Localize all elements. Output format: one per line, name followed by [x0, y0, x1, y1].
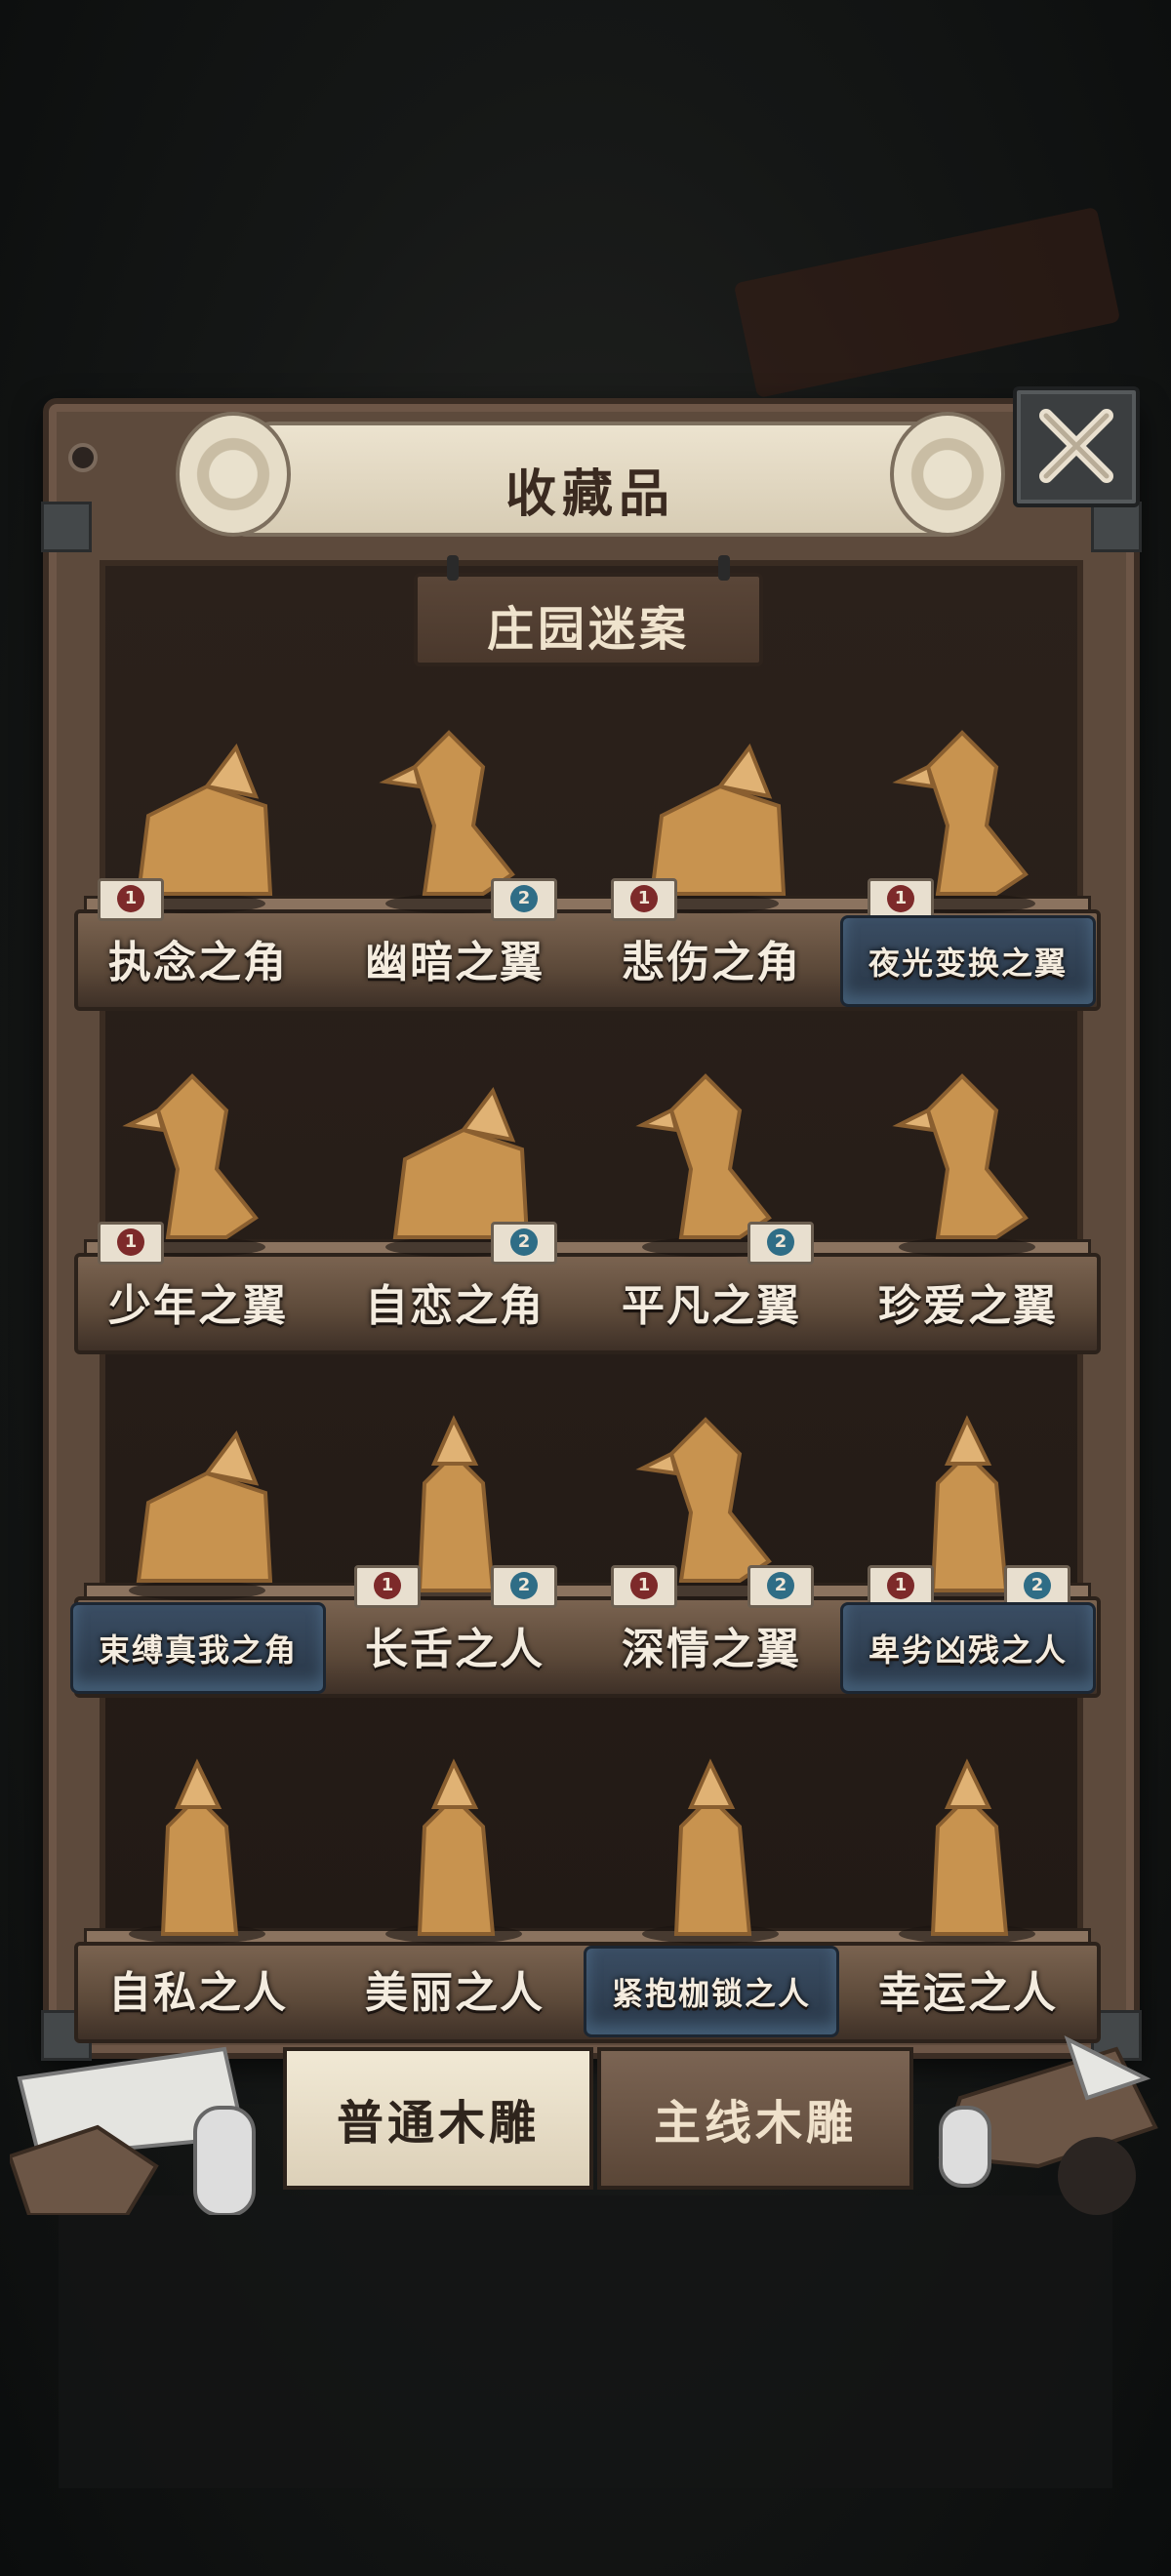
item-name: 少年之翼 — [108, 1281, 288, 1331]
name-plate: 自私之人 — [70, 1946, 326, 2032]
item-name: 幸运之人 — [878, 1968, 1058, 2018]
item-name: 长舌之人 — [365, 1625, 545, 1674]
badge-number: 2 — [510, 1228, 538, 1256]
badge-number: 1 — [630, 1572, 658, 1599]
nail-icon — [68, 443, 98, 472]
item-name: 夜光变换之翼 — [868, 945, 1068, 982]
badge-number: 1 — [117, 885, 144, 912]
name-plate: 幸运之人 — [840, 1946, 1096, 2032]
collectible-item[interactable]: 1 少年之翼 — [70, 1032, 326, 1364]
item-name: 深情之翼 — [622, 1625, 801, 1674]
name-plate: 夜光变换之翼 — [840, 915, 1096, 1007]
rubble-decoration — [7, 2020, 273, 2217]
name-plate: 悲伤之角 — [584, 915, 839, 1001]
collectible-item[interactable]: 幸运之人 — [840, 1719, 1096, 2051]
close-x-icon — [1039, 409, 1113, 483]
category-label: 庄园迷案 — [486, 602, 690, 657]
collectible-item[interactable]: 自私之人 — [70, 1719, 326, 2051]
badge-number: 2 — [510, 1572, 538, 1599]
item-name: 平凡之翼 — [622, 1281, 801, 1331]
tab-normal-carvings[interactable]: 普通木雕 — [283, 2047, 593, 2190]
name-plate: 深情之翼 — [584, 1602, 839, 1688]
name-plate: 卑劣凶残之人 — [840, 1602, 1096, 1694]
metal-corner — [41, 502, 92, 552]
badge-number: 2 — [1024, 1572, 1051, 1599]
collectible-item[interactable]: 紧抱枷锁之人 — [584, 1719, 839, 2051]
sign-hook — [447, 555, 459, 581]
collectible-item[interactable]: 1 2 深情之翼 — [584, 1376, 839, 1708]
badge-number: 1 — [630, 885, 658, 912]
collectible-item[interactable]: 束缚真我之角 — [70, 1376, 326, 1708]
item-name: 美丽之人 — [365, 1968, 545, 2018]
badge-number: 1 — [887, 885, 914, 912]
badge-number: 1 — [887, 1572, 914, 1599]
name-plate: 珍爱之翼 — [840, 1259, 1096, 1345]
metal-corner — [1091, 502, 1142, 552]
item-name: 悲伤之角 — [622, 938, 801, 987]
rubble-decoration — [921, 2020, 1165, 2215]
category-sign: 庄园迷案 — [414, 555, 763, 666]
badge-number: 1 — [374, 1572, 401, 1599]
item-name: 束缚真我之角 — [98, 1631, 298, 1669]
item-name: 珍爱之翼 — [878, 1281, 1058, 1331]
collectible-item[interactable]: 2 幽暗之翼 — [327, 689, 583, 1021]
title-scroll: 收藏品 — [176, 392, 1005, 539]
name-plate: 美丽之人 — [327, 1946, 583, 2032]
collectible-item[interactable]: 美丽之人 — [327, 1719, 583, 2051]
close-button[interactable] — [1013, 386, 1140, 507]
stout-man-carving-icon — [879, 1739, 1055, 1944]
item-name: 幽暗之翼 — [365, 938, 545, 987]
name-plate: 束缚真我之角 — [70, 1602, 326, 1694]
badge-number: 2 — [767, 1228, 794, 1256]
collectible-item[interactable]: 1 2 卑劣凶残之人 — [840, 1376, 1096, 1708]
item-name: 紧抱枷锁之人 — [611, 1975, 811, 2012]
item-name: 卑劣凶残之人 — [868, 1631, 1068, 1669]
badge-number: 2 — [510, 885, 538, 912]
name-plate: 幽暗之翼 — [327, 915, 583, 1001]
collectible-item[interactable]: 1 夜光变换之翼 — [840, 689, 1096, 1021]
badge-number: 2 — [767, 1572, 794, 1599]
name-plate: 平凡之翼 — [584, 1259, 839, 1345]
item-name: 执念之角 — [108, 938, 288, 987]
sign-hook — [718, 555, 730, 581]
item-name: 自恋之角 — [365, 1281, 545, 1331]
name-plate: 少年之翼 — [70, 1259, 326, 1345]
collectible-item[interactable]: 2 自恋之角 — [327, 1032, 583, 1364]
page-title: 收藏品 — [505, 464, 675, 524]
background-floor — [59, 2195, 1112, 2488]
chained-man-carving-icon — [623, 1739, 798, 1944]
hunched-man-carving-icon — [109, 1739, 285, 1944]
collectible-item[interactable]: 1 悲伤之角 — [584, 689, 839, 1021]
badge-number: 1 — [117, 1228, 144, 1256]
name-plate: 长舌之人 — [327, 1602, 583, 1688]
name-plate: 执念之角 — [70, 915, 326, 1001]
peacock-carving-icon — [879, 1052, 1055, 1257]
collectible-item[interactable]: 1 执念之角 — [70, 689, 326, 1021]
background-board — [733, 206, 1121, 399]
collectible-item[interactable]: 2 平凡之翼 — [584, 1032, 839, 1364]
name-plate: 紧抱枷锁之人 — [584, 1946, 839, 2037]
collectible-item[interactable]: 珍爱之翼 — [840, 1032, 1096, 1364]
name-plate: 自恋之角 — [327, 1259, 583, 1345]
horned-dog-carving-icon — [109, 1395, 285, 1600]
item-name: 自私之人 — [108, 1968, 288, 2018]
veiled-woman-carving-icon — [366, 1739, 542, 1944]
collectible-item[interactable]: 1 2 长舌之人 — [327, 1376, 583, 1708]
tab-main-carvings[interactable]: 主线木雕 — [597, 2047, 913, 2190]
